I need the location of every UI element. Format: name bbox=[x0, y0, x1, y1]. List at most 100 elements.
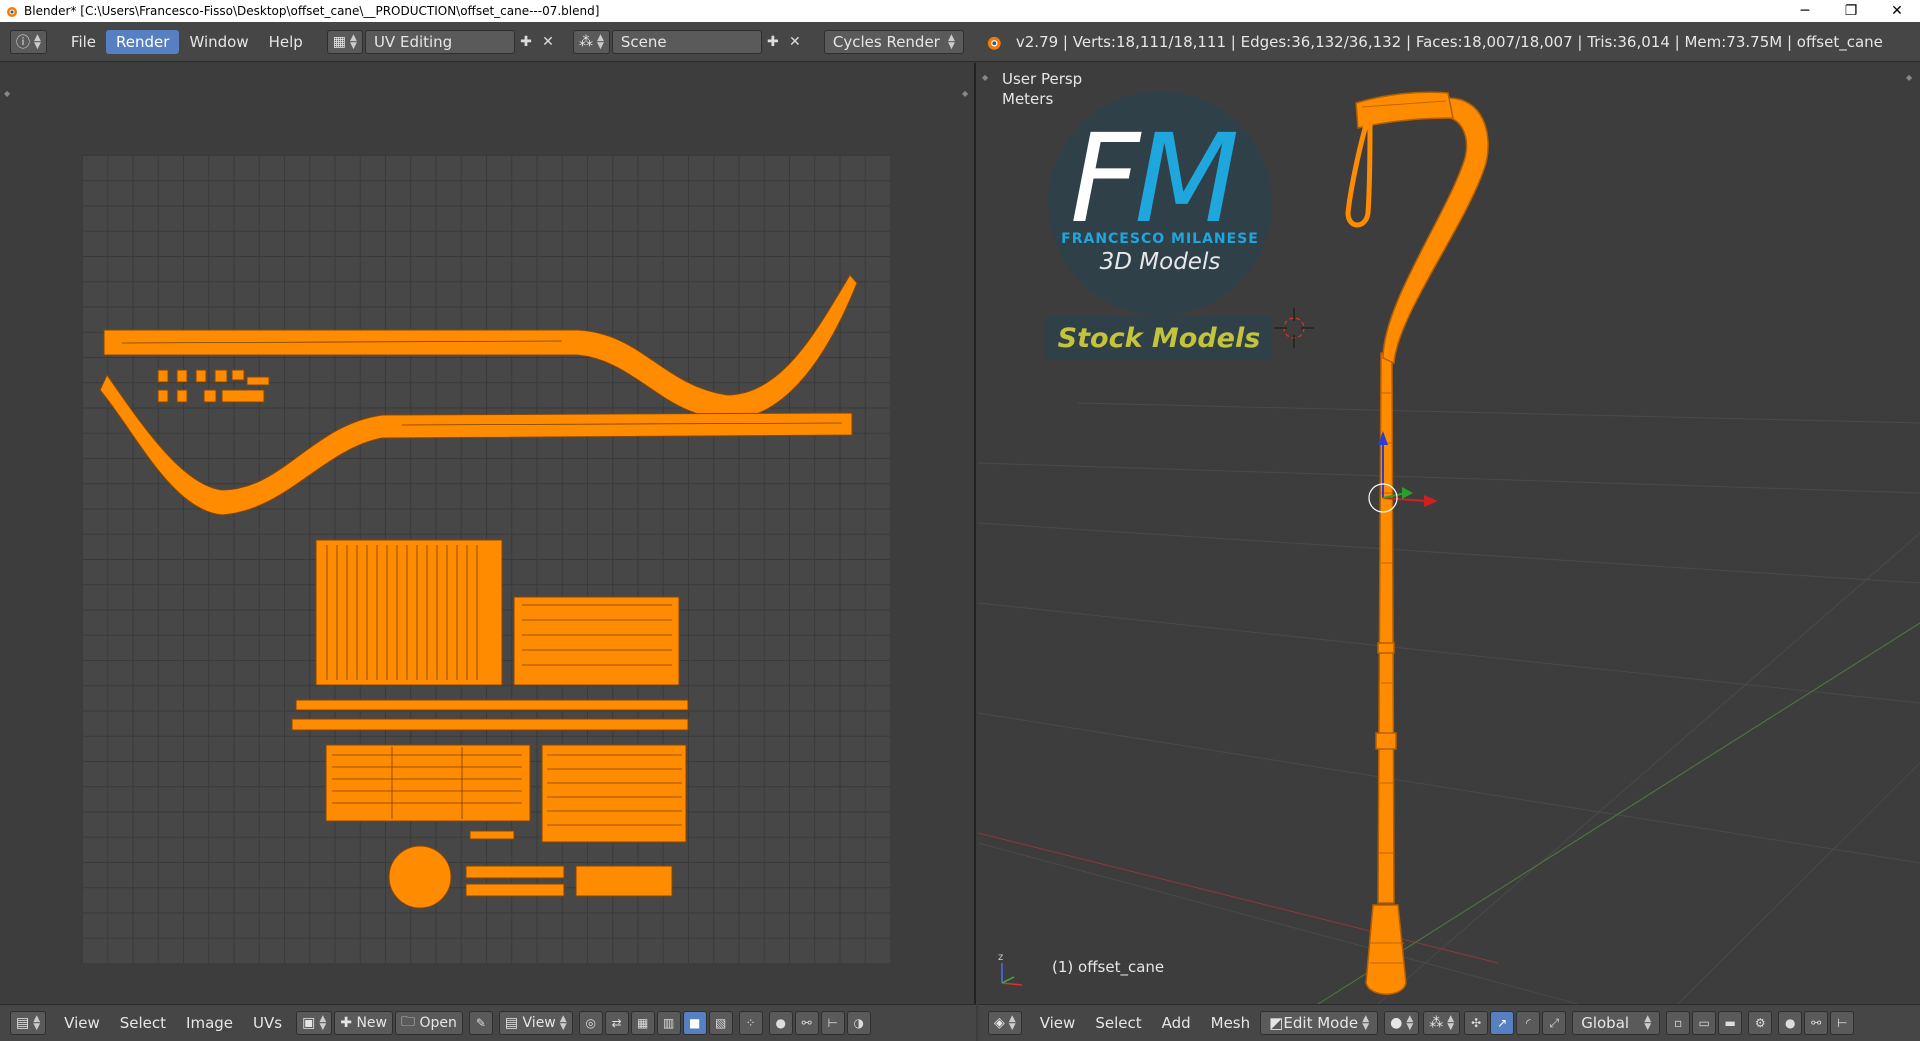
spinner-icon: ▲ ▼ bbox=[596, 32, 604, 51]
uv-menu-image[interactable]: Image bbox=[176, 1014, 243, 1032]
add-scene-button[interactable]: ✚ bbox=[762, 31, 784, 53]
new-image-button[interactable]: ✚ New bbox=[334, 1011, 393, 1035]
pivot-point-dropdown[interactable]: ⁂ ▲ ▼ bbox=[1423, 1011, 1461, 1035]
select-vertex-icon[interactable]: ▦ bbox=[630, 1011, 655, 1035]
v3d-menu-mesh[interactable]: Mesh bbox=[1201, 1014, 1261, 1032]
region-expand-icon[interactable]: ◆ bbox=[982, 73, 992, 83]
select-edge-icon[interactable]: ▥ bbox=[656, 1011, 681, 1035]
sticky-selection-icon[interactable]: ⁘ bbox=[738, 1011, 763, 1035]
stock-models-tag: Stock Models bbox=[1046, 316, 1272, 360]
uv-menu-uvs[interactable]: UVs bbox=[243, 1014, 292, 1032]
select-face-icon[interactable]: ■ bbox=[682, 1011, 707, 1035]
menu-render[interactable]: Render bbox=[106, 29, 180, 54]
proportional-edit-icon[interactable]: ● bbox=[768, 1011, 793, 1035]
snap-icon[interactable]: ⚯ bbox=[794, 1011, 819, 1035]
vertex-select-mode-icon[interactable]: ▫ bbox=[1666, 1011, 1691, 1035]
view-mode-icon: ▤ bbox=[504, 1015, 519, 1031]
window-title: Blender* [C:\Users\Francesco-Fisso\Deskt… bbox=[24, 4, 600, 18]
view-name-label: User Persp bbox=[1002, 70, 1083, 88]
uv-island-small bbox=[157, 369, 169, 383]
transform-orientation-dropdown[interactable]: Global ▲ ▼ bbox=[1572, 1011, 1661, 1035]
cane-neck bbox=[1382, 97, 1489, 365]
cane-mesh bbox=[1345, 91, 1489, 995]
cane-ferrule bbox=[1365, 904, 1407, 995]
spinner-icon: ▲ ▼ bbox=[1406, 1014, 1414, 1032]
cane-shaft bbox=[1377, 352, 1395, 904]
screen-layout-browse-button[interactable]: ▦ ▲ ▼ bbox=[326, 29, 363, 54]
cane-ring bbox=[1375, 732, 1397, 750]
render-engine-dropdown[interactable]: Cycles Render ▲ ▼ bbox=[823, 29, 964, 54]
limit-selection-icon[interactable]: ⚙ bbox=[1748, 1011, 1773, 1035]
uv-image-editor[interactable]: ◆ ◆ bbox=[0, 63, 976, 1004]
info-icon: ⓘ bbox=[16, 34, 30, 51]
uv-island-tip-cap bbox=[388, 845, 452, 909]
editor-type-button[interactable]: ◈ ▲ ▼ bbox=[988, 1011, 1022, 1035]
uv-island-small bbox=[203, 389, 217, 403]
remove-layout-button[interactable]: ✕ bbox=[537, 31, 559, 53]
region-expand-icon[interactable]: ◆ bbox=[962, 89, 972, 99]
uv-menu-select[interactable]: Select bbox=[110, 1014, 176, 1032]
uv-island-ring bbox=[325, 744, 531, 822]
menu-file[interactable]: File bbox=[61, 30, 106, 54]
stock-models-label: Stock Models bbox=[1057, 322, 1261, 354]
spinner-icon: ▲ ▼ bbox=[1447, 1014, 1455, 1032]
close-button[interactable]: ✕ bbox=[1874, 0, 1920, 22]
menu-help[interactable]: Help bbox=[259, 30, 313, 54]
uv-island-small bbox=[231, 369, 245, 381]
v3d-menu-select[interactable]: Select bbox=[1085, 1014, 1151, 1032]
edge-select-mode-icon[interactable]: ▭ bbox=[1692, 1011, 1717, 1035]
v3d-menu-view[interactable]: View bbox=[1030, 1014, 1086, 1032]
logo-author-name: FRANCESCO MILANESE bbox=[1061, 231, 1259, 247]
viewport-shading-dropdown[interactable]: ● ▲ ▼ bbox=[1384, 1011, 1420, 1035]
scene-field[interactable]: Scene bbox=[611, 29, 762, 54]
translate-manipulator-icon[interactable]: ↗ bbox=[1490, 1011, 1515, 1035]
editor-type-button[interactable]: ▤ ▲ ▼ bbox=[10, 1011, 47, 1035]
interaction-mode-label: Edit Mode bbox=[1283, 1014, 1359, 1032]
menu-window[interactable]: Window bbox=[179, 30, 258, 54]
units-label: Meters bbox=[1002, 90, 1054, 108]
uv-island-shaft-top bbox=[103, 274, 858, 421]
restore-button[interactable]: ❐ bbox=[1828, 0, 1874, 22]
cane-ring bbox=[1377, 642, 1395, 654]
minimize-button[interactable]: ─ bbox=[1782, 0, 1828, 22]
interaction-mode-dropdown[interactable]: ◩ Edit Mode ▲ ▼ bbox=[1260, 1011, 1379, 1035]
open-image-button[interactable]: 🗀 Open bbox=[394, 1011, 463, 1035]
pivot-icon[interactable]: ◎ bbox=[578, 1011, 603, 1035]
face-select-mode-icon[interactable]: ▬ bbox=[1718, 1011, 1743, 1035]
v3d-menu-add[interactable]: Add bbox=[1152, 1014, 1201, 1032]
solid-shading-icon: ● bbox=[1390, 1015, 1403, 1031]
scene-name: Scene bbox=[620, 32, 667, 51]
3d-view-icon: ◈ bbox=[994, 1015, 1005, 1031]
uv-island-small-strip bbox=[469, 830, 515, 840]
uv-islands[interactable] bbox=[82, 155, 890, 963]
view-mode-dropdown[interactable]: ▤ View ▲ ▼ bbox=[498, 1011, 573, 1035]
select-island-icon[interactable]: ▧ bbox=[708, 1011, 733, 1035]
spinner-icon: ▲ ▼ bbox=[34, 32, 41, 51]
uv-menu-view[interactable]: View bbox=[54, 1014, 110, 1032]
sync-selection-icon[interactable]: ⇄ bbox=[604, 1011, 629, 1035]
snap-element-icon[interactable]: ⊢ bbox=[820, 1011, 845, 1035]
snap-icon[interactable]: ⚯ bbox=[1804, 1011, 1829, 1035]
region-expand-icon[interactable]: ◆ bbox=[4, 89, 14, 99]
uv-island-small bbox=[221, 389, 265, 403]
remove-scene-button[interactable]: ✕ bbox=[784, 31, 806, 53]
snap-element-icon[interactable]: ⊢ bbox=[1830, 1011, 1855, 1035]
svg-text:z: z bbox=[998, 952, 1003, 963]
image-icon: ▣ bbox=[302, 1015, 316, 1031]
render-slot-icon[interactable]: ◑ bbox=[846, 1011, 871, 1035]
manipulator-toggle-icon[interactable]: ✣ bbox=[1464, 1011, 1489, 1035]
3d-viewport[interactable]: z ◆ ◆ User Persp Meters (1) offset_cane … bbox=[978, 63, 1920, 1004]
rotate-manipulator-icon[interactable]: ◜ bbox=[1516, 1011, 1541, 1035]
screen-layout-name: UV Editing bbox=[373, 32, 453, 51]
add-layout-button[interactable]: ✚ bbox=[515, 31, 537, 53]
scale-manipulator-icon[interactable]: ⤢ bbox=[1542, 1011, 1567, 1035]
transform-manipulator-icon bbox=[1368, 431, 1438, 513]
pin-icon[interactable]: ✎ bbox=[468, 1011, 493, 1035]
region-expand-icon[interactable]: ◆ bbox=[1906, 73, 1916, 83]
image-browse-button[interactable]: ▣ ▲ ▼ bbox=[296, 1011, 333, 1035]
scene-browse-button[interactable]: ⁂ ▲ ▼ bbox=[572, 29, 610, 54]
screen-layout-field[interactable]: UV Editing bbox=[364, 29, 515, 54]
proportional-edit-icon[interactable]: ● bbox=[1778, 1011, 1803, 1035]
editor-type-info-button[interactable]: ⓘ ▲ ▼ bbox=[10, 29, 47, 54]
layout-grid-icon: ▦ bbox=[332, 33, 347, 50]
